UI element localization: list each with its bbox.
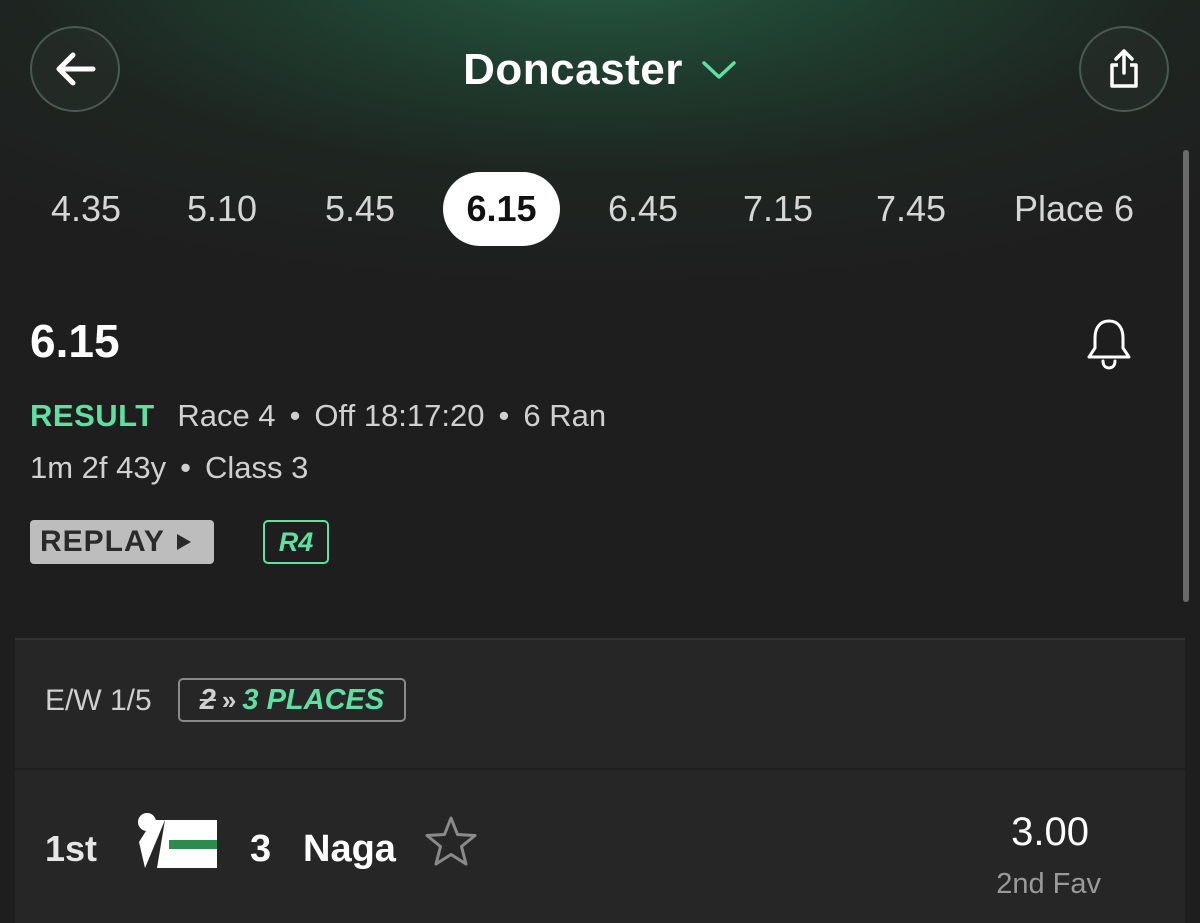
race-class: Class 3 — [204, 450, 309, 485]
tab-race-745[interactable]: 7.45 — [855, 172, 967, 246]
play-icon — [176, 534, 191, 550]
share-button[interactable] — [1079, 26, 1169, 112]
each-way-terms: E/W 1/5 — [45, 684, 152, 717]
bell-icon[interactable] — [1084, 316, 1134, 372]
favourite-label: 2nd Fav — [996, 868, 1101, 900]
tab-place-6[interactable]: Place 6 — [996, 172, 1152, 246]
race-info-line-2: 1m 2f 43y • Class 3 — [30, 450, 308, 486]
tab-race-510[interactable]: 5.10 — [166, 172, 278, 246]
separator-dot: • — [180, 450, 191, 485]
separator-dot: • — [289, 398, 301, 433]
scrollbar[interactable] — [1183, 150, 1189, 602]
finish-position: 1st — [45, 828, 98, 869]
race-distance: 1m 2f 43y — [30, 450, 167, 485]
off-time: Off 18:17:20 — [314, 398, 485, 433]
starting-price: 3.00 — [1011, 810, 1089, 854]
runners-count: 6 Ran — [523, 398, 607, 433]
places-old: 2 — [199, 683, 216, 716]
share-icon — [1110, 49, 1138, 88]
jockey-silk-icon — [138, 813, 217, 868]
tab-race-645[interactable]: 6.45 — [587, 172, 699, 246]
race-number-badge: R4 — [263, 520, 329, 564]
tab-race-715[interactable]: 7.15 — [722, 172, 834, 246]
replay-label: REPLAY — [40, 525, 165, 558]
extra-places-badge: 2 » 3 PLACES — [178, 678, 406, 722]
replay-button[interactable]: REPLAY — [30, 520, 214, 564]
race-card-screen: Doncaster 4.35 5.10 5.45 6.15 6.45 7.15 … — [0, 0, 1200, 923]
horse-name: Naga — [303, 828, 396, 870]
result-status: RESULT — [30, 398, 155, 433]
race-info-line-1: RESULT Race 4 • Off 18:17:20 • 6 Ran — [30, 398, 606, 434]
race-number: Race 4 — [177, 398, 276, 433]
tab-race-615[interactable]: 6.15 — [443, 172, 560, 246]
separator-dot: • — [498, 398, 510, 433]
results-card: E/W 1/5 2 » 3 PLACES 1st 3 Naga 3.00 2nd… — [15, 638, 1185, 923]
star-outline-icon[interactable] — [423, 814, 479, 870]
race-time-tabs: 4.35 5.10 5.45 6.15 6.45 7.15 7.45 Place… — [0, 172, 1200, 246]
tab-race-435[interactable]: 4.35 — [30, 172, 142, 246]
venue-title: Doncaster — [463, 45, 683, 94]
double-chevron-icon: » — [221, 684, 237, 715]
race-title: 6.15 — [30, 315, 120, 367]
runner-row[interactable]: 1st 3 Naga 3.00 2nd Fav — [15, 770, 1185, 923]
tab-race-545[interactable]: 5.45 — [304, 172, 416, 246]
places-new: 3 PLACES — [242, 683, 385, 716]
venue-selector[interactable]: Doncaster — [0, 40, 1200, 100]
saddle-cloth-number: 3 — [250, 828, 272, 870]
chevron-down-icon — [702, 61, 736, 79]
